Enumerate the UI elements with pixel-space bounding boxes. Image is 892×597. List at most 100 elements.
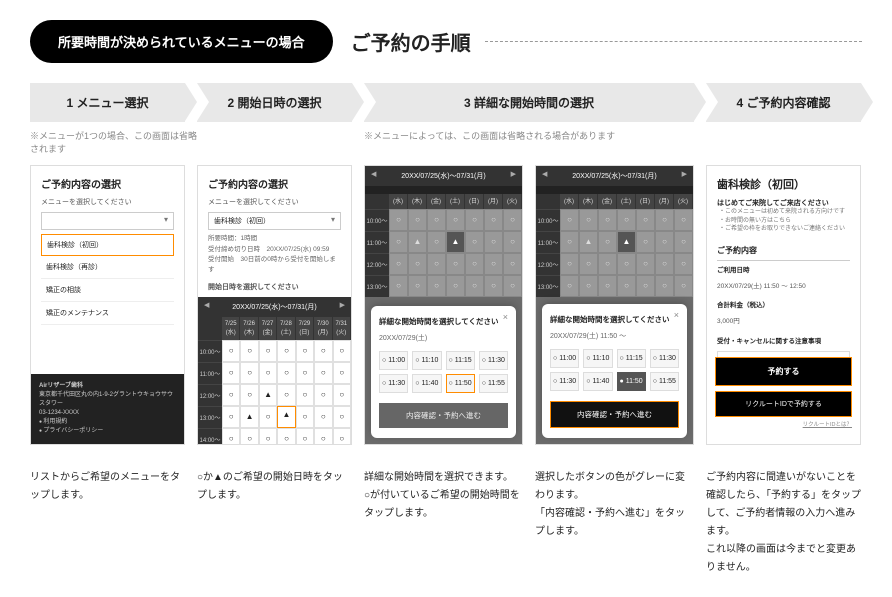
time-slot-cell[interactable]: ○ bbox=[636, 231, 655, 253]
time-slot-button[interactable]: ○ 11:30 bbox=[650, 349, 679, 368]
time-slot-cell[interactable]: ▲ bbox=[277, 406, 295, 428]
time-slot-cell[interactable]: ○ bbox=[427, 275, 446, 297]
time-slot-button[interactable]: ○ 11:55 bbox=[479, 374, 508, 393]
time-slot-cell[interactable]: ○ bbox=[240, 362, 258, 384]
time-slot-button[interactable]: ○ 11:15 bbox=[446, 351, 475, 370]
time-slot-cell[interactable]: ○ bbox=[222, 406, 240, 428]
time-slot-cell[interactable]: ○ bbox=[296, 340, 314, 362]
time-slot-cell[interactable]: ○ bbox=[465, 231, 484, 253]
time-slot-cell[interactable]: ○ bbox=[240, 428, 258, 445]
time-slot-cell[interactable]: ○ bbox=[389, 209, 408, 231]
time-slot-button[interactable]: ○ 11:30 bbox=[379, 374, 408, 393]
time-slot-cell[interactable]: ○ bbox=[389, 231, 408, 253]
time-slot-button[interactable]: ○ 11:40 bbox=[412, 374, 441, 393]
link-terms[interactable]: 利用規約 bbox=[39, 418, 176, 427]
time-slot-cell[interactable]: ○ bbox=[560, 275, 579, 297]
time-slot-button[interactable]: ○ 11:30 bbox=[479, 351, 508, 370]
time-slot-cell[interactable]: ○ bbox=[617, 253, 636, 275]
time-slot-cell[interactable]: ○ bbox=[222, 384, 240, 406]
reserve-button[interactable]: 予約する bbox=[715, 357, 852, 386]
time-slot-cell[interactable]: ○ bbox=[446, 275, 465, 297]
close-icon[interactable]: × bbox=[503, 312, 508, 322]
time-slot-cell[interactable]: ○ bbox=[408, 209, 427, 231]
menu-item[interactable]: 矯正の相談 bbox=[41, 279, 174, 302]
whatis-recruit-link[interactable]: リクルートIDとは？ bbox=[715, 420, 852, 428]
time-slot-cell[interactable]: ○ bbox=[222, 340, 240, 362]
time-slot-button[interactable]: ○ 11:00 bbox=[379, 351, 408, 370]
time-slot-cell[interactable]: ▲ bbox=[579, 231, 598, 253]
link-privacy[interactable]: プライバシーポリシー bbox=[39, 427, 176, 436]
time-slot-cell[interactable]: ▲ bbox=[240, 406, 258, 428]
time-slot-cell[interactable]: ○ bbox=[333, 406, 351, 428]
time-slot-cell[interactable]: ○ bbox=[222, 362, 240, 384]
time-slot-cell[interactable]: ○ bbox=[314, 384, 332, 406]
time-slot-cell[interactable]: ○ bbox=[333, 428, 351, 445]
time-slot-cell[interactable]: ○ bbox=[655, 209, 674, 231]
time-slot-cell[interactable]: ○ bbox=[579, 253, 598, 275]
time-slot-cell[interactable]: ○ bbox=[636, 209, 655, 231]
time-slot-cell[interactable]: ○ bbox=[674, 231, 693, 253]
time-slot-button[interactable]: ○ 11:00 bbox=[550, 349, 579, 368]
menu-item[interactable]: 矯正のメンテナンス bbox=[41, 302, 174, 325]
time-slot-cell[interactable]: ○ bbox=[222, 428, 240, 445]
time-slot-button[interactable]: ○ 11:40 bbox=[583, 372, 612, 391]
time-slot-cell[interactable]: ○ bbox=[674, 253, 693, 275]
time-slot-cell[interactable]: ○ bbox=[617, 209, 636, 231]
time-slot-cell[interactable]: ○ bbox=[277, 428, 295, 445]
time-slot-cell[interactable]: ○ bbox=[314, 362, 332, 384]
time-slot-cell[interactable]: ○ bbox=[465, 209, 484, 231]
time-slot-cell[interactable]: ○ bbox=[259, 362, 277, 384]
time-slot-cell[interactable]: ○ bbox=[333, 362, 351, 384]
time-slot-cell[interactable]: ○ bbox=[277, 340, 295, 362]
menu-item[interactable]: 歯科検診（初回） bbox=[41, 234, 174, 256]
time-slot-cell[interactable]: ○ bbox=[333, 384, 351, 406]
time-slot-cell[interactable]: ○ bbox=[598, 209, 617, 231]
reserve-recruit-id-button[interactable]: リクルートIDで予約する bbox=[715, 391, 852, 417]
close-icon[interactable]: × bbox=[674, 310, 679, 320]
time-slot-cell[interactable]: ○ bbox=[579, 209, 598, 231]
menu-item[interactable]: 歯科検診（再診） bbox=[41, 256, 174, 279]
time-slot-cell[interactable]: ○ bbox=[674, 209, 693, 231]
time-slot-cell[interactable]: ▲ bbox=[259, 384, 277, 406]
time-slot-cell[interactable]: ○ bbox=[655, 253, 674, 275]
next-week-icon[interactable]: ▶ bbox=[682, 170, 687, 178]
time-slot-cell[interactable]: ○ bbox=[484, 253, 503, 275]
time-slot-cell[interactable]: ○ bbox=[259, 340, 277, 362]
prev-week-icon[interactable]: ◀ bbox=[371, 170, 376, 178]
time-slot-cell[interactable]: ○ bbox=[240, 340, 258, 362]
time-slot-button[interactable]: ○ 11:15 bbox=[617, 349, 646, 368]
time-slot-cell[interactable]: ○ bbox=[446, 209, 465, 231]
next-week-icon[interactable]: ▶ bbox=[340, 301, 345, 309]
time-slot-cell[interactable]: ○ bbox=[598, 253, 617, 275]
time-slot-cell[interactable]: ○ bbox=[503, 275, 522, 297]
proceed-button[interactable]: 内容確認・予約へ進む bbox=[379, 403, 508, 428]
time-slot-cell[interactable]: ○ bbox=[484, 209, 503, 231]
time-slot-cell[interactable]: ○ bbox=[427, 253, 446, 275]
time-slot-cell[interactable]: ○ bbox=[446, 253, 465, 275]
time-slot-cell[interactable]: ○ bbox=[296, 362, 314, 384]
time-slot-cell[interactable]: ○ bbox=[484, 275, 503, 297]
time-slot-cell[interactable]: ○ bbox=[427, 231, 446, 253]
time-slot-cell[interactable]: ○ bbox=[296, 406, 314, 428]
time-slot-cell[interactable]: ○ bbox=[408, 253, 427, 275]
menu-select[interactable]: 歯科検診（初回） bbox=[208, 212, 341, 230]
time-slot-cell[interactable]: ○ bbox=[259, 406, 277, 428]
time-slot-cell[interactable]: ○ bbox=[277, 384, 295, 406]
proceed-button[interactable]: 内容確認・予約へ進む bbox=[550, 401, 679, 428]
time-slot-button[interactable]: ○ 11:50 bbox=[446, 374, 475, 393]
time-slot-button[interactable]: ● 11:50 bbox=[617, 372, 646, 391]
time-slot-cell[interactable]: ○ bbox=[560, 253, 579, 275]
time-slot-cell[interactable]: ○ bbox=[314, 406, 332, 428]
next-week-icon[interactable]: ▶ bbox=[511, 170, 516, 178]
time-slot-cell[interactable]: ○ bbox=[503, 253, 522, 275]
time-slot-cell[interactable]: ○ bbox=[636, 253, 655, 275]
time-slot-cell[interactable]: ○ bbox=[560, 231, 579, 253]
time-slot-cell[interactable]: ○ bbox=[240, 384, 258, 406]
time-slot-cell[interactable]: ○ bbox=[296, 384, 314, 406]
prev-week-icon[interactable]: ◀ bbox=[542, 170, 547, 178]
time-slot-cell[interactable]: ○ bbox=[314, 340, 332, 362]
time-slot-cell[interactable]: ○ bbox=[598, 275, 617, 297]
time-slot-cell[interactable]: ▲ bbox=[446, 231, 465, 253]
time-slot-cell[interactable]: ○ bbox=[296, 428, 314, 445]
time-slot-button[interactable]: ○ 11:30 bbox=[550, 372, 579, 391]
